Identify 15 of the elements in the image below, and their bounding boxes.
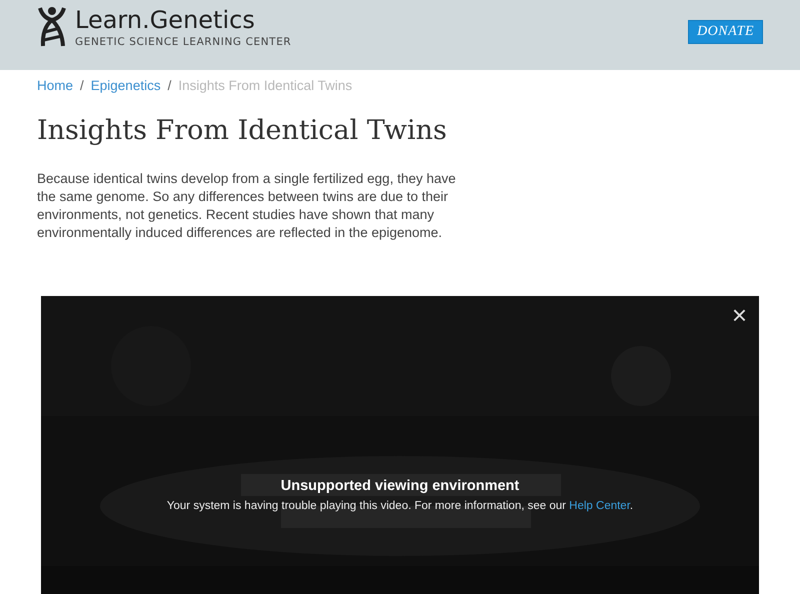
help-center-link[interactable]: Help Center bbox=[569, 500, 630, 512]
page-title: Insights From Identical Twins bbox=[37, 115, 448, 146]
breadcrumb-current: Insights From Identical Twins bbox=[178, 78, 352, 93]
error-message: Your system is having trouble playing this video. For more information, see our Help Center. bbox=[166, 500, 634, 512]
breadcrumb-separator: / bbox=[168, 78, 172, 93]
breadcrumb-link[interactable]: Home bbox=[37, 78, 74, 93]
dna-logo-icon[interactable] bbox=[37, 6, 67, 48]
breadcrumb-link[interactable]: Epigenetics bbox=[90, 78, 161, 93]
intro-paragraph: Because identical twins develop from a single fertilized egg, they have the same genome. So any differences between twins are due to their environments, not genetics. Recent studies have shown that many environmentally induced differences are reflected in the epigenome. bbox=[37, 170, 457, 242]
site-title[interactable]: Learn.Genetics bbox=[75, 6, 292, 34]
error-title: Unsupported viewing environment bbox=[280, 478, 520, 494]
close-button[interactable]: × bbox=[728, 302, 751, 328]
breadcrumb-separator: / bbox=[80, 78, 84, 93]
site-subtitle: GENETIC SCIENCE LEARNING CENTER bbox=[75, 36, 292, 48]
donate-button[interactable]: DONATE bbox=[688, 20, 763, 44]
